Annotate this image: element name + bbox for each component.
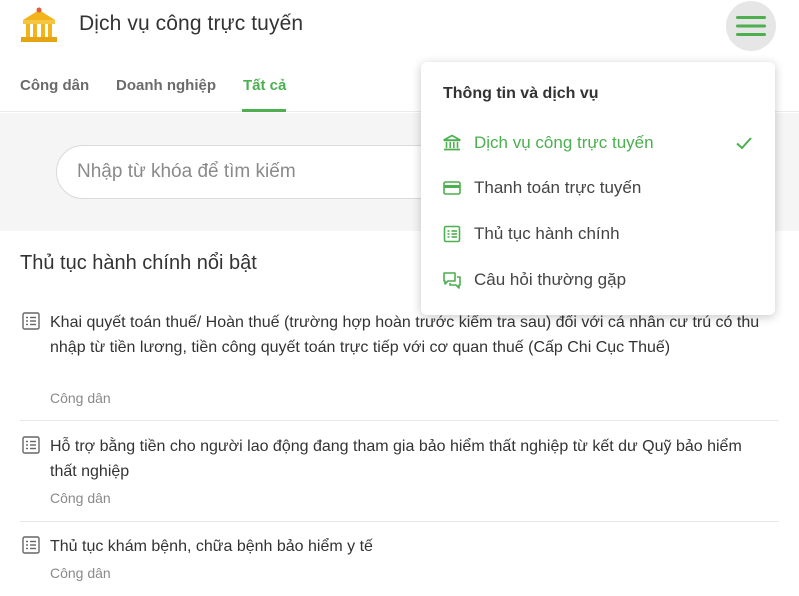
list-item[interactable]: Hỗ trợ bằng tiền cho người lao động đang… bbox=[20, 434, 780, 514]
document-list-icon bbox=[443, 225, 461, 243]
app-title: Dịch vụ công trực tuyến bbox=[79, 12, 304, 35]
app-header: Dịch vụ công trực tuyến bbox=[0, 0, 799, 58]
bank-building-icon bbox=[443, 134, 461, 151]
checkmark-icon bbox=[736, 137, 752, 150]
hamburger-menu-icon bbox=[736, 16, 766, 36]
document-list-icon bbox=[22, 536, 40, 554]
item-category: Công dân bbox=[50, 565, 111, 581]
list-item[interactable]: Thủ tục khám bệnh, chữa bệnh bảo hiểm y … bbox=[20, 534, 780, 590]
active-tab-indicator bbox=[242, 109, 286, 112]
dropdown-item-label: Dịch vụ công trực tuyến bbox=[474, 133, 654, 152]
item-title[interactable]: Hỗ trợ bằng tiền cho người lao động đang… bbox=[50, 434, 765, 484]
dropdown-item-faq[interactable]: Câu hỏi thường gặp bbox=[421, 263, 775, 297]
dropdown-item-online-services[interactable]: Dịch vụ công trực tuyến bbox=[421, 126, 775, 160]
services-dropdown: Thông tin và dịch vụ Dịch vụ công trực t… bbox=[421, 62, 775, 315]
divider bbox=[20, 521, 779, 522]
document-list-icon bbox=[22, 312, 40, 330]
item-title[interactable]: Khai quyết toán thuế/ Hoàn thuế (trường … bbox=[50, 310, 765, 360]
dropdown-item-label: Câu hỏi thường gặp bbox=[474, 270, 627, 289]
item-title[interactable]: Thủ tục khám bệnh, chữa bệnh bảo hiểm y … bbox=[50, 534, 765, 559]
menu-button[interactable] bbox=[726, 1, 776, 51]
tab-tat-ca[interactable]: Tất cả bbox=[243, 77, 286, 94]
dropdown-item-label: Thanh toán trực tuyến bbox=[474, 178, 642, 197]
dropdown-item-label: Thủ tục hành chính bbox=[474, 224, 620, 243]
dropdown-title: Thông tin và dịch vụ bbox=[443, 85, 599, 102]
section-title: Thủ tục hành chính nổi bật bbox=[20, 252, 257, 274]
divider bbox=[20, 420, 779, 421]
list-item[interactable]: Khai quyết toán thuế/ Hoàn thuế (trường … bbox=[20, 310, 780, 410]
dropdown-item-administrative-procedures[interactable]: Thủ tục hành chính bbox=[421, 217, 775, 251]
chat-bubbles-icon bbox=[443, 272, 461, 289]
credit-card-icon bbox=[443, 181, 461, 195]
dropdown-item-online-payment[interactable]: Thanh toán trực tuyến bbox=[421, 171, 775, 205]
item-category: Công dân bbox=[50, 390, 111, 406]
item-category: Công dân bbox=[50, 490, 111, 506]
tab-cong-dan[interactable]: Công dân bbox=[20, 77, 89, 94]
tab-doanh-nghiep[interactable]: Doanh nghiệp bbox=[116, 77, 216, 94]
document-list-icon bbox=[22, 436, 40, 454]
government-building-icon bbox=[21, 7, 57, 42]
